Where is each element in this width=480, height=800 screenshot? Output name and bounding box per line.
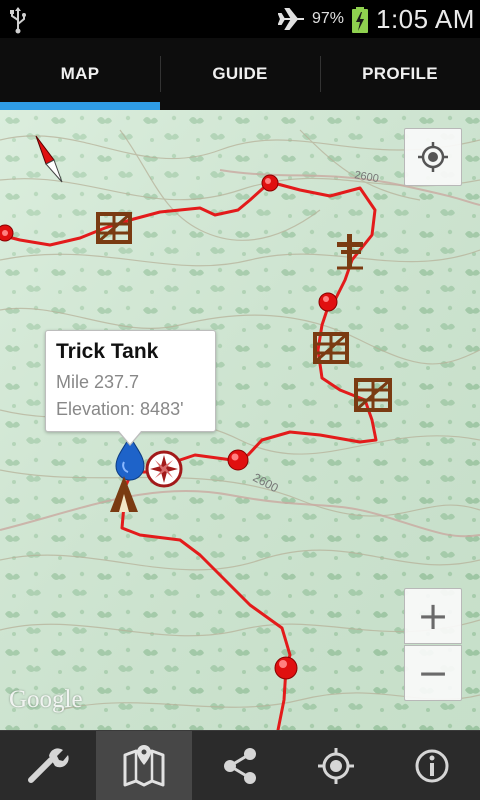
minus-icon: − xyxy=(417,651,449,695)
callout-mile: Mile 237.7 xyxy=(56,372,140,392)
locate-icon xyxy=(418,142,448,172)
settings-button[interactable] xyxy=(0,731,96,800)
tab-map-label: MAP xyxy=(60,64,100,83)
tab-profile-label: PROFILE xyxy=(362,64,438,83)
info-button[interactable] xyxy=(384,731,480,800)
zoom-in-button[interactable]: + xyxy=(404,588,462,644)
info-icon xyxy=(415,749,449,782)
share-icon xyxy=(224,747,256,784)
tab-guide[interactable]: GUIDE xyxy=(160,38,320,110)
clock: 1:05 AM xyxy=(376,4,475,34)
tab-bar: MAP GUIDE PROFILE xyxy=(0,38,480,110)
tab-map[interactable]: MAP xyxy=(0,38,160,110)
bottom-toolbar xyxy=(0,730,480,800)
google-logo: Google xyxy=(9,686,83,713)
map-icon xyxy=(123,744,165,786)
battery-percent: 97% xyxy=(312,10,345,27)
battery-charging-icon xyxy=(352,7,368,33)
settings-wrench-icon xyxy=(28,747,69,783)
compass-rose-icon xyxy=(145,450,183,488)
locate-button[interactable] xyxy=(404,128,462,186)
zoom-out-button[interactable]: − xyxy=(404,645,462,701)
callout-elevation: Elevation: 8483' xyxy=(56,399,184,419)
airplane-mode-icon xyxy=(278,8,304,30)
map-view[interactable]: 2600 2600 + − Google Trick Tank Mile 237… xyxy=(0,110,480,730)
tab-guide-label: GUIDE xyxy=(212,64,268,83)
plus-icon: + xyxy=(417,594,449,638)
gps-locate-icon xyxy=(318,747,354,784)
map-view-button[interactable] xyxy=(96,731,192,800)
share-button[interactable] xyxy=(192,731,288,800)
gps-locate-button[interactable] xyxy=(288,731,384,800)
status-bar: 97% 1:05 AM xyxy=(0,0,480,38)
usb-icon xyxy=(10,7,26,34)
waypoint-callout[interactable]: Trick Tank Mile 237.7 Elevation: 8483' xyxy=(45,330,216,446)
tab-profile[interactable]: PROFILE xyxy=(320,38,480,110)
callout-title: Trick Tank xyxy=(56,340,159,363)
